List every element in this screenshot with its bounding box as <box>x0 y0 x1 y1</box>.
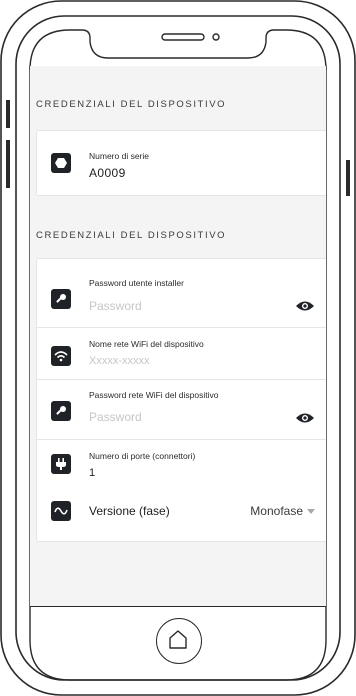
installer-password-label: Password utente installer <box>89 278 184 288</box>
wifi-name-row[interactable]: Nome rete WiFi del dispositivo Xxxxx-xxx… <box>37 327 326 380</box>
key-icon <box>51 401 71 421</box>
eye-icon[interactable] <box>295 299 315 313</box>
serial-label: Numero di serie <box>89 151 149 161</box>
version-row[interactable]: Versione (fase) Monofase <box>37 491 326 539</box>
ports-row[interactable]: Numero di porte (connettori) 1 <box>37 439 326 491</box>
wifi-name-label: Nome rete WiFi del dispositivo <box>89 339 204 349</box>
sine-wave-icon <box>51 501 71 521</box>
wifi-password-row[interactable]: Password rete WiFi del dispositivo Passw… <box>37 379 326 440</box>
wifi-password-label: Password rete WiFi del dispositivo <box>89 390 219 400</box>
wifi-name-input[interactable]: Xxxxx-xxxxx <box>89 355 150 367</box>
version-label: Versione (fase) <box>89 504 170 518</box>
section-title-credentials: Credenziali del dispositivo <box>36 230 227 241</box>
app-screen: Credenziali del dispositivo Numero di se… <box>30 66 326 606</box>
chevron-down-icon[interactable] <box>307 509 315 514</box>
ports-label: Numero di porte (connettori) <box>89 451 196 461</box>
ports-value[interactable]: 1 <box>89 467 96 479</box>
serial-value: A0009 <box>89 166 126 180</box>
wifi-icon <box>51 346 71 366</box>
screen-bottom-edge <box>30 606 326 607</box>
serial-card: Numero di serie A0009 <box>36 130 326 196</box>
version-select[interactable]: Monofase <box>250 504 303 518</box>
eye-icon[interactable] <box>295 411 315 425</box>
section-title-device: Credenziali del dispositivo <box>36 99 227 110</box>
wifi-password-input[interactable]: Password <box>89 410 142 424</box>
plug-icon <box>51 454 71 474</box>
home-icon <box>169 630 187 649</box>
installer-password-row[interactable]: Password utente installer Password <box>37 259 326 328</box>
key-icon <box>51 289 71 309</box>
credentials-card: Password utente installer Password Nome … <box>36 258 326 542</box>
installer-password-input[interactable]: Password <box>89 299 142 313</box>
hexagon-icon <box>51 153 71 173</box>
home-button[interactable] <box>156 618 202 664</box>
